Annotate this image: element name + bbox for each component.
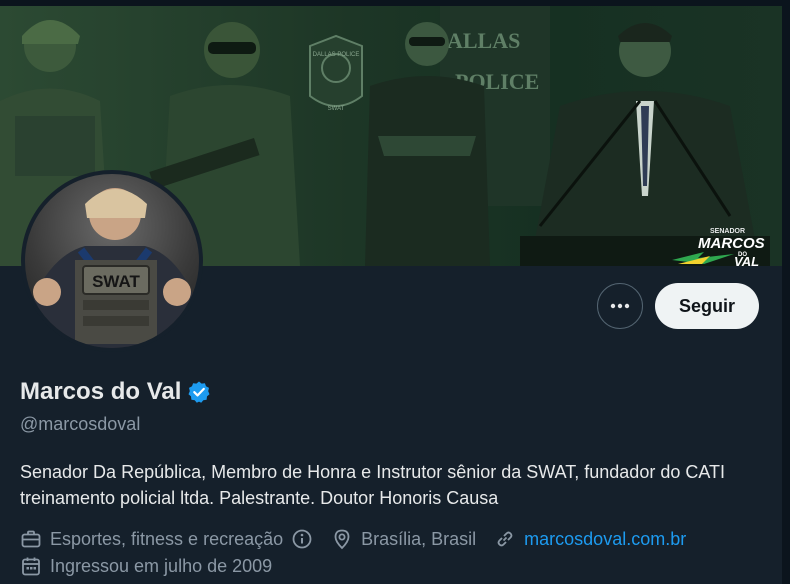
website-link[interactable]: marcosdoval.com.br <box>524 529 686 550</box>
profile-avatar[interactable]: SWAT <box>21 170 203 352</box>
location-text: Brasília, Brasil <box>361 528 477 549</box>
location-pin-icon <box>334 529 350 550</box>
logo-text-val: VAL <box>734 254 759 266</box>
patch-text-bottom: SWAT <box>328 106 345 112</box>
follow-button[interactable]: Seguir <box>655 283 759 329</box>
verified-badge-icon[interactable] <box>187 380 211 404</box>
briefcase-icon <box>21 530 41 548</box>
car-text-line1: ALLAS <box>447 28 520 53</box>
avatar-photo: SWAT <box>25 174 199 348</box>
profile-joined-row: Ingressou em julho de 2009 <box>20 553 272 579</box>
more-options-button[interactable] <box>597 283 643 329</box>
avatar-shirt-text: SWAT <box>92 272 140 291</box>
profile-name: Marcos do Val <box>20 378 182 405</box>
profile-category: Esportes, fitness e recreação <box>20 528 313 550</box>
window-right-edge <box>782 0 790 584</box>
ellipsis-icon <box>610 303 630 309</box>
profile-name-row: Marcos do Val <box>20 378 211 406</box>
profile-meta-row: Esportes, fitness e recreação Brasília, … <box>20 526 704 552</box>
link-icon <box>497 531 513 547</box>
joined-text: Ingressou em julho de 2009 <box>50 555 273 576</box>
profile-bio: Senador Da República, Membro de Honra e … <box>20 462 726 508</box>
senator-logo: SENADOR MARCOS DO VAL <box>672 228 765 266</box>
category-text: Esportes, fitness e recreação <box>50 528 284 549</box>
profile-handle: @marcosdoval <box>20 414 141 434</box>
dallas-police-patch: DALLAS POLICE SWAT <box>309 34 363 112</box>
logo-text-marcos: MARCOS <box>698 235 765 252</box>
logo-text-small: SENADOR <box>710 228 745 235</box>
profile-location: Brasília, Brasil <box>331 528 476 550</box>
calendar-icon <box>22 557 40 576</box>
profile-website[interactable]: marcosdoval.com.br <box>494 528 686 550</box>
patch-text-top: DALLAS POLICE <box>313 52 360 58</box>
info-icon[interactable] <box>291 528 313 550</box>
